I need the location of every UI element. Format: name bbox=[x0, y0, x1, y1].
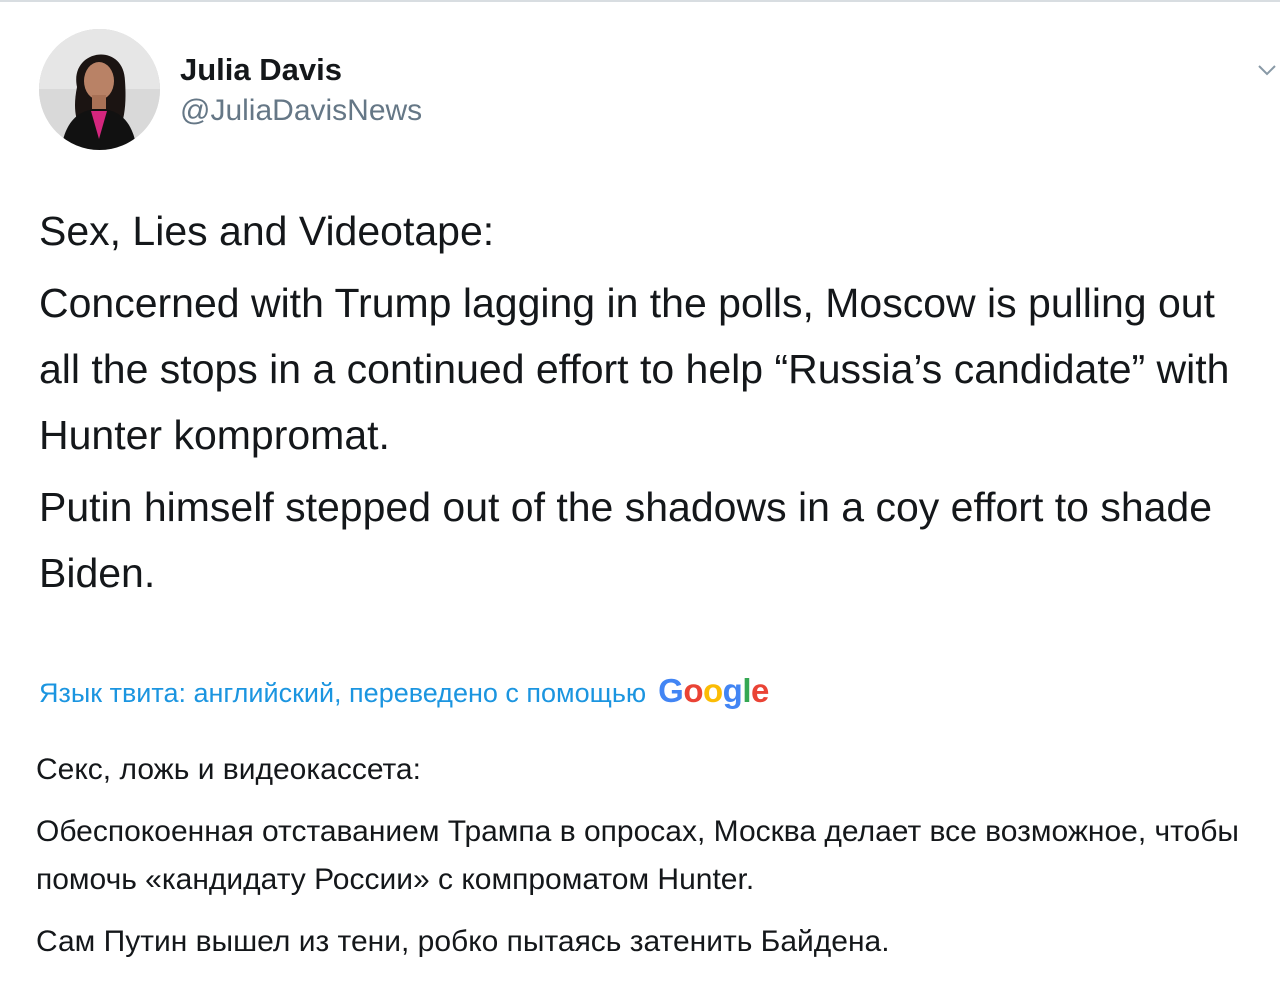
chevron-down-icon[interactable] bbox=[1256, 58, 1278, 80]
tweet-paragraph: Concerned with Trump lagging in the poll… bbox=[39, 280, 1230, 458]
author-display-name[interactable]: Julia Davis bbox=[180, 52, 342, 88]
translation-paragraph: Секс, ложь и видеокассета: bbox=[36, 753, 421, 786]
translated-text: Секс, ложь и видеокассета: Обеспокоенная… bbox=[36, 746, 1261, 980]
translation-paragraph: Сам Путин вышел из тени, робко пытаясь з… bbox=[36, 925, 890, 958]
google-logo-letter: g bbox=[722, 672, 743, 709]
avatar-photo bbox=[39, 29, 160, 150]
top-divider bbox=[0, 0, 1280, 2]
tweet-text: Sex, Lies and Videotape: Concerned with … bbox=[39, 198, 1264, 612]
google-logo-letter: o bbox=[683, 672, 703, 709]
avatar[interactable] bbox=[39, 29, 160, 150]
google-logo: Google bbox=[658, 672, 769, 710]
tweet-paragraph: Putin himself stepped out of the shadows… bbox=[39, 484, 1213, 596]
author-handle[interactable]: @JuliaDavisNews bbox=[180, 94, 422, 128]
google-logo-letter: o bbox=[702, 672, 723, 709]
google-logo-letter: e bbox=[751, 672, 769, 709]
google-logo-letter: l bbox=[742, 672, 751, 709]
translation-paragraph: Обеспокоенная отставанием Трампа в опрос… bbox=[36, 815, 1239, 896]
tweet-paragraph: Sex, Lies and Videotape: bbox=[39, 208, 495, 254]
translation-label[interactable]: Язык твита: английский, переведено с пом… bbox=[39, 678, 646, 709]
translation-attribution[interactable]: Язык твита: английский, переведено с пом… bbox=[39, 672, 769, 710]
google-logo-letter: G bbox=[658, 672, 684, 709]
